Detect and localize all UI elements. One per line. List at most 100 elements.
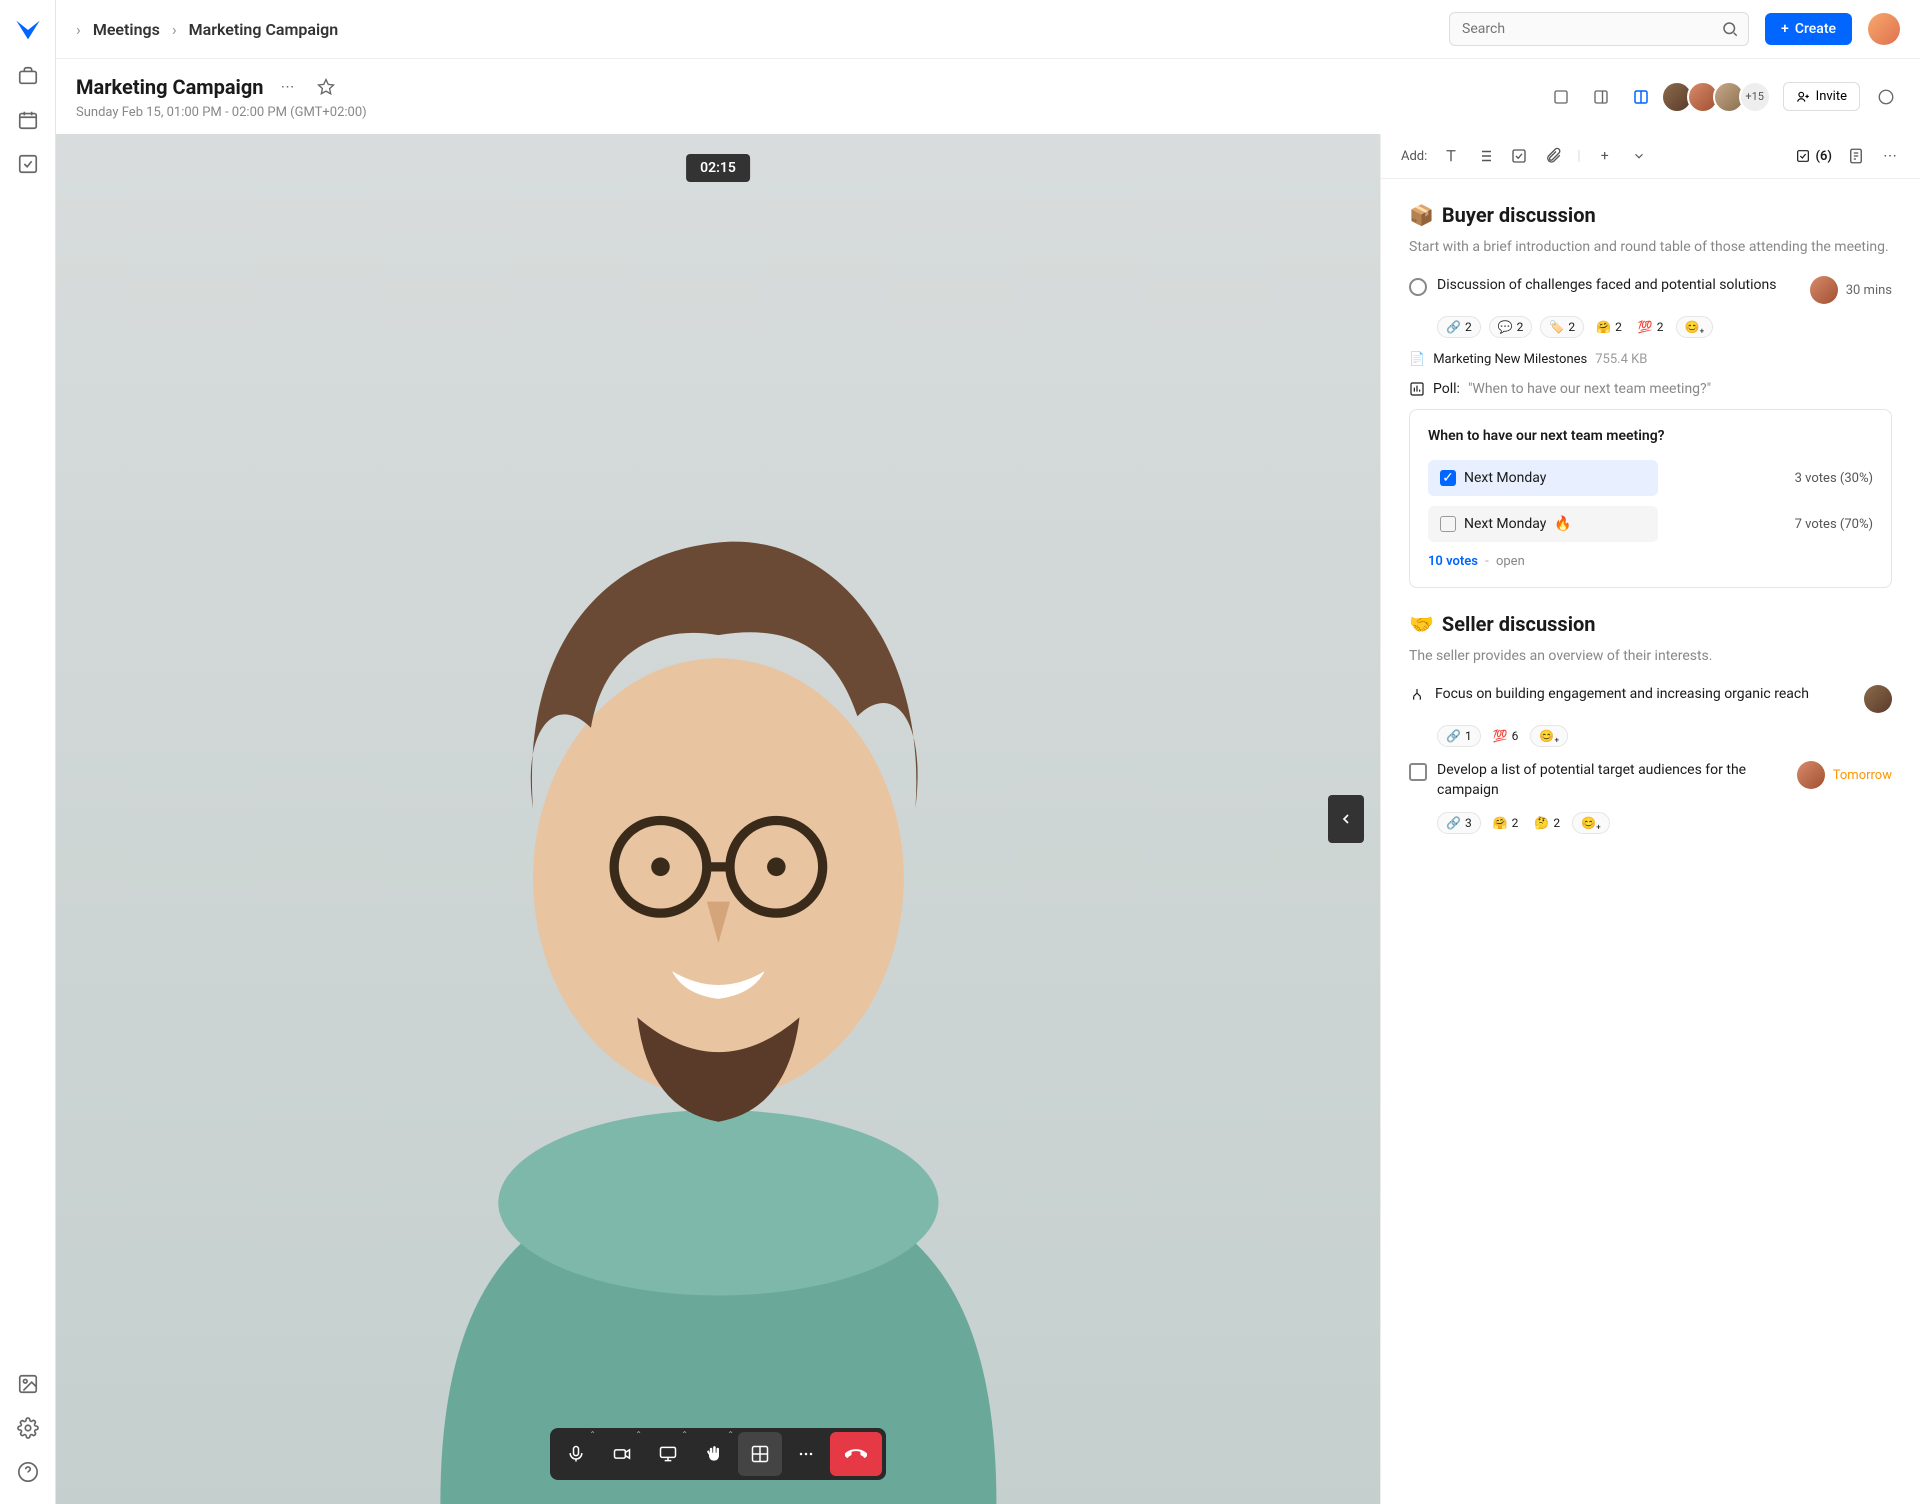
poll-label-row: Poll: "When to have our next team meetin…: [1409, 381, 1892, 397]
sidebar-nav: [0, 0, 56, 1504]
link-reaction[interactable]: 🔗 1: [1437, 725, 1481, 747]
participant-more[interactable]: +15: [1739, 81, 1771, 113]
search-icon: [1721, 20, 1739, 38]
buyer-desc: Start with a brief introduction and roun…: [1409, 237, 1892, 258]
more-controls-button[interactable]: [784, 1432, 828, 1476]
poll-opt2-result: 7 votes (70%): [1795, 517, 1873, 532]
attachment-name: Marketing New Milestones: [1433, 352, 1587, 367]
hug-reaction[interactable]: 🤗 2: [1489, 813, 1523, 833]
settings-icon[interactable]: [16, 1416, 40, 1440]
poll-option-1[interactable]: ✓ Next Monday 3 votes (30%): [1428, 460, 1873, 496]
hundred-reaction[interactable]: 💯 6: [1489, 726, 1523, 746]
seller-reactions-1: 🔗 1 💯 6 😊₊: [1437, 725, 1892, 747]
unchecked-icon: [1440, 516, 1456, 532]
search-input[interactable]: [1449, 12, 1749, 46]
seller-item2-text: Develop a list of potential target audie…: [1437, 761, 1787, 800]
poll-title: When to have our next team meeting?: [1428, 428, 1873, 444]
user-avatar[interactable]: [1868, 13, 1900, 45]
checkbox-icon[interactable]: [1409, 763, 1427, 781]
view-split-icon[interactable]: [1627, 83, 1655, 111]
star-icon[interactable]: [312, 73, 340, 101]
text-tool-icon[interactable]: [1441, 146, 1461, 166]
search-input-wrap: [1449, 12, 1749, 46]
breadcrumb: › Meetings › Marketing Campaign: [76, 20, 338, 39]
add-more-icon[interactable]: +: [1595, 146, 1615, 166]
calendar-icon[interactable]: [16, 108, 40, 132]
seller-item-1[interactable]: Focus on building engagement and increas…: [1409, 685, 1892, 713]
poll-card: When to have our next team meeting? ✓ Ne…: [1409, 409, 1892, 588]
end-call-button[interactable]: [830, 1432, 882, 1476]
briefcase-icon[interactable]: [16, 64, 40, 88]
app-logo-icon[interactable]: [14, 16, 42, 44]
link-reaction[interactable]: 🔗 3: [1437, 812, 1481, 834]
link-reaction[interactable]: 🔗 2: [1437, 316, 1481, 338]
help-icon[interactable]: [16, 1460, 40, 1484]
page-header: Marketing Campaign ⋯ Sunday Feb 15, 01:0…: [56, 59, 1920, 134]
video-pane: 02:15: [56, 134, 1380, 1504]
handshake-icon: 🤝: [1409, 612, 1434, 636]
participant-avatars[interactable]: +15: [1667, 81, 1771, 113]
poll-total-votes[interactable]: 10 votes: [1428, 554, 1478, 569]
invite-label: Invite: [1816, 89, 1847, 104]
poll-opt1-result: 3 votes (30%): [1795, 471, 1873, 486]
fire-icon: 🔥: [1554, 516, 1571, 532]
create-button[interactable]: + Create: [1765, 13, 1852, 45]
dropdown-icon[interactable]: [1629, 146, 1649, 166]
checked-icon: ✓: [1440, 470, 1456, 486]
plus-icon: +: [1781, 21, 1789, 37]
radio-icon[interactable]: [1409, 278, 1427, 296]
duration-label: 30 mins: [1846, 283, 1892, 298]
think-reaction[interactable]: 🤔 2: [1530, 813, 1564, 833]
seller-item-2[interactable]: Develop a list of potential target audie…: [1409, 761, 1892, 800]
page-title: Marketing Campaign: [76, 75, 264, 99]
attachment-tool-icon[interactable]: [1543, 146, 1563, 166]
view-single-icon[interactable]: [1547, 83, 1575, 111]
topbar: › Meetings › Marketing Campaign + Create: [56, 0, 1920, 59]
raise-hand-button[interactable]: ⌃: [692, 1432, 736, 1476]
add-label: Add:: [1401, 149, 1427, 164]
chat-icon[interactable]: [1872, 83, 1900, 111]
assignee-avatar[interactable]: [1864, 685, 1892, 713]
add-reaction-button[interactable]: 😊₊: [1530, 725, 1568, 747]
breadcrumb-campaign[interactable]: Marketing Campaign: [189, 20, 339, 39]
agenda-item[interactable]: Discussion of challenges faced and poten…: [1409, 276, 1892, 304]
layout-button[interactable]: [738, 1432, 782, 1476]
poll-option-2[interactable]: Next Monday 🔥 7 votes (70%): [1428, 506, 1873, 542]
tasks-counter[interactable]: (6): [1795, 148, 1832, 164]
poll-question-label: "When to have our next team meeting?": [1468, 381, 1711, 397]
tasks-icon[interactable]: [16, 152, 40, 176]
more-icon[interactable]: ⋯: [274, 73, 302, 101]
hundred-reaction[interactable]: 💯 2: [1634, 317, 1668, 337]
screenshare-button[interactable]: ⌃: [646, 1432, 690, 1476]
next-participant-button[interactable]: [1328, 795, 1364, 843]
assignee-avatar[interactable]: [1797, 761, 1825, 789]
breadcrumb-meetings[interactable]: Meetings: [93, 20, 160, 39]
seller-section-head: 🤝 Seller discussion: [1409, 612, 1892, 636]
add-reaction-button[interactable]: 😊₊: [1676, 316, 1714, 338]
reactions-row: 🔗 2 💬 2 🏷️ 2 🤗 2 💯 2 😊₊: [1437, 316, 1892, 338]
poll-status: open: [1496, 554, 1525, 569]
camera-button[interactable]: ⌃: [600, 1432, 644, 1476]
hug-reaction[interactable]: 🤗 2: [1592, 317, 1626, 337]
tag-reaction[interactable]: 🏷️ 2: [1540, 316, 1584, 338]
mic-button[interactable]: ⌃: [554, 1432, 598, 1476]
poll-opt1-label: Next Monday: [1464, 470, 1546, 486]
participant-video: [56, 134, 1380, 1504]
poll-opt2-label: Next Monday: [1464, 516, 1546, 532]
add-reaction-button[interactable]: 😊₊: [1572, 812, 1610, 834]
chevron-right-icon: ›: [76, 20, 81, 39]
image-icon[interactable]: [16, 1372, 40, 1396]
seller-reactions-2: 🔗 3 🤗 2 🤔 2 😊₊: [1437, 812, 1892, 834]
list-tool-icon[interactable]: [1475, 146, 1495, 166]
notes-icon[interactable]: [1846, 146, 1866, 166]
attachment-row[interactable]: 📄 Marketing New Milestones 755.4 KB: [1409, 352, 1892, 367]
comment-reaction[interactable]: 💬 2: [1489, 316, 1533, 338]
invite-button[interactable]: Invite: [1783, 82, 1860, 111]
more-options-icon[interactable]: ⋯: [1880, 146, 1900, 166]
view-sidebar-icon[interactable]: [1587, 83, 1615, 111]
checkbox-tool-icon[interactable]: [1509, 146, 1529, 166]
call-timer: 02:15: [686, 154, 750, 182]
assignee-avatar[interactable]: [1810, 276, 1838, 304]
notes-toolbar: Add: | + (6) ⋯: [1381, 134, 1920, 179]
video-area: [56, 134, 1380, 1504]
